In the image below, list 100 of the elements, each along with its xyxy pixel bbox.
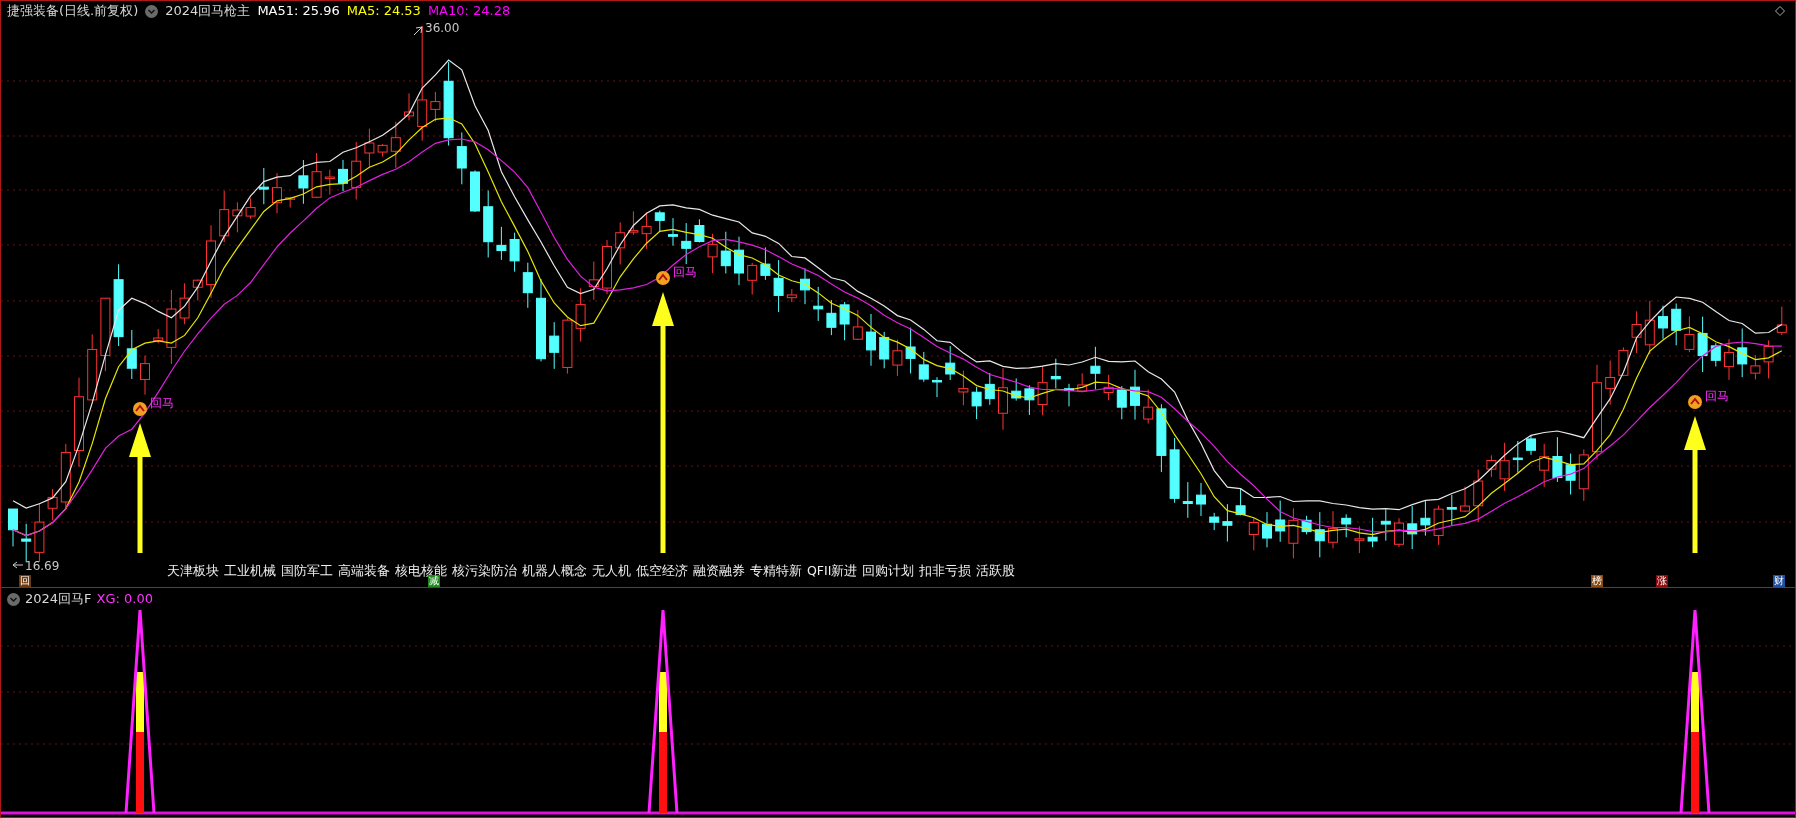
candlestick — [1275, 500, 1286, 543]
candlestick — [47, 488, 58, 521]
candlestick — [1499, 442, 1510, 492]
candlestick — [1182, 481, 1193, 519]
candlestick — [1196, 482, 1206, 517]
candlestick — [8, 508, 18, 547]
concept-tag: 国防军工 — [281, 564, 333, 578]
candlestick — [87, 333, 98, 402]
concept-tag: 工业机械 — [224, 564, 276, 578]
candlestick — [905, 327, 916, 374]
concept-tag: 无人机 — [592, 564, 631, 578]
candlestick — [509, 232, 520, 273]
candlestick — [364, 128, 375, 168]
candlestick — [654, 210, 665, 232]
low-marker-icon — [12, 561, 24, 569]
candlestick — [998, 367, 1008, 431]
candlestick — [1631, 310, 1642, 354]
concept-tag: 扣非亏损 — [919, 564, 972, 578]
event-badge[interactable]: 回 — [19, 575, 31, 587]
candlestick — [1314, 511, 1325, 558]
candlestick — [126, 329, 137, 380]
candlestick — [773, 259, 784, 313]
candlestick — [918, 351, 929, 383]
concept-tag: 回购计划 — [862, 564, 915, 578]
event-badge[interactable]: 财 — [1773, 575, 1785, 587]
candlestick — [1262, 511, 1272, 548]
candlestick — [1644, 300, 1655, 355]
signal-icon — [133, 402, 147, 416]
candlestick — [681, 222, 692, 265]
candlestick — [245, 197, 256, 220]
candlestick — [958, 370, 969, 406]
candlestick — [971, 386, 982, 420]
candlestick — [945, 345, 956, 381]
concept-tag: 机器人概念 — [522, 564, 587, 578]
event-badge[interactable]: 涨 — [1656, 575, 1668, 587]
candlestick — [1050, 358, 1061, 389]
candlestick — [1090, 346, 1101, 391]
candlestick — [615, 221, 626, 265]
candlestick — [1380, 509, 1391, 542]
candlestick — [866, 313, 876, 367]
candlestick — [1328, 510, 1338, 549]
concept-tag: 融资融券 — [693, 564, 745, 578]
candlestick — [852, 309, 863, 341]
signal-label: 回马 — [1705, 389, 1729, 403]
candlestick — [747, 262, 758, 296]
candlestick — [932, 376, 942, 398]
candlestick — [1526, 435, 1536, 456]
candlestick — [34, 502, 45, 563]
dropdown-icon[interactable] — [145, 4, 159, 18]
low-price-label: 16.69 — [25, 559, 60, 573]
ma-reading: MA10: 24.28 — [427, 3, 511, 19]
candlestick — [404, 92, 414, 121]
concept-tag: 专精特新 — [750, 564, 802, 578]
candlestick — [1486, 454, 1497, 478]
candlestick — [628, 210, 639, 236]
event-badge[interactable]: 榜 — [1591, 575, 1603, 587]
candlestick — [324, 169, 335, 195]
indicator-name: 2024回马枪主 — [165, 3, 251, 19]
candlestick — [430, 91, 441, 122]
candlestick — [1367, 517, 1378, 548]
candlestick — [179, 282, 190, 325]
candlestick — [338, 159, 348, 192]
candlestick — [720, 231, 731, 274]
candlestick — [219, 190, 230, 243]
candlestick — [483, 190, 494, 258]
ma-reading: MA51: 25.96 — [257, 3, 340, 19]
candlestick — [1341, 513, 1352, 538]
candlestick — [1724, 338, 1734, 381]
candlestick — [377, 143, 388, 158]
dropdown-icon[interactable] — [7, 592, 20, 606]
candlestick — [1539, 443, 1550, 488]
candlestick — [588, 260, 599, 301]
candlestick — [1248, 517, 1259, 551]
candlestick — [258, 167, 269, 205]
diamond-icon[interactable] — [1775, 6, 1785, 16]
candlestick — [1552, 436, 1563, 483]
candlestick — [1064, 383, 1074, 407]
candlestick — [1407, 505, 1418, 550]
candlestick — [1473, 469, 1484, 523]
candlestick — [1697, 316, 1708, 373]
candlestick — [285, 196, 296, 208]
candlestick — [1446, 494, 1457, 526]
candlestick — [1565, 453, 1576, 496]
event-badge[interactable]: 减 — [428, 575, 440, 587]
candlestick — [668, 217, 678, 247]
indicator-name: 2024回马F — [25, 591, 92, 607]
high-marker-icon — [413, 26, 423, 36]
candlestick — [1394, 517, 1404, 548]
candlestick — [60, 443, 71, 511]
candlestick — [192, 279, 203, 301]
candlestick — [1671, 302, 1682, 346]
candlestick — [153, 328, 164, 344]
candlestick — [813, 286, 824, 322]
candlestick — [390, 121, 401, 169]
candlestick — [1222, 503, 1233, 543]
candlestick — [549, 321, 560, 370]
stock-title: 捷强装备(日线.前复权) — [7, 3, 139, 19]
candlestick — [311, 152, 322, 199]
candlestick — [1301, 515, 1312, 535]
indicator-reading: XG: 0.00 — [96, 591, 153, 607]
